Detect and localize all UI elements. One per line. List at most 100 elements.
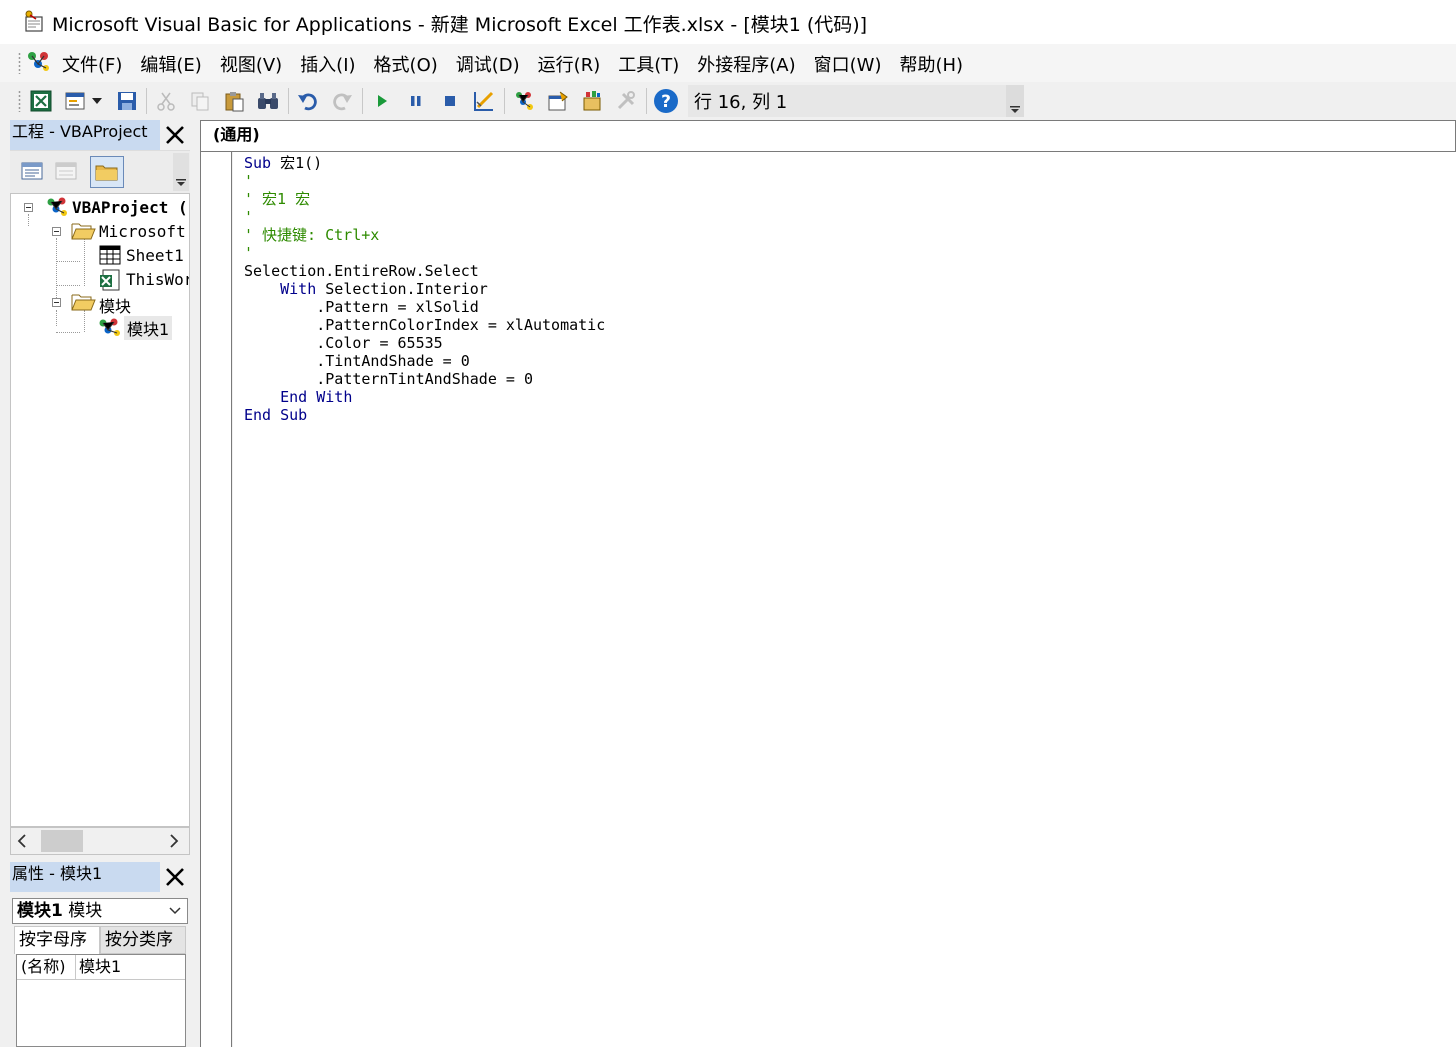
chevron-left-icon	[17, 834, 26, 848]
properties-close-button[interactable]	[160, 862, 190, 892]
code-line[interactable]: .Color = 65535	[244, 334, 605, 352]
vba-app-icon[interactable]	[22, 9, 46, 33]
code-line[interactable]: .TintAndShade = 0	[244, 352, 605, 370]
break-button[interactable]	[403, 88, 429, 114]
tree-node-excel-objects[interactable]: Microsoft	[99, 222, 186, 241]
menu-tools[interactable]: 工具(T)	[618, 51, 679, 77]
menu-insert[interactable]: 插入(I)	[300, 51, 355, 77]
menu-debug[interactable]: 调试(D)	[456, 51, 520, 77]
code-line[interactable]: Sub 宏1()	[244, 154, 605, 172]
property-row[interactable]: (名称) 模块1	[17, 955, 185, 980]
code-line[interactable]: With Selection.Interior	[244, 280, 605, 298]
view-excel-button[interactable]	[28, 88, 54, 114]
toolbar-separator	[146, 88, 147, 114]
code-line[interactable]: ' 宏1 宏	[244, 190, 605, 208]
tree-node-vbaproject[interactable]: VBAProject (	[72, 198, 188, 217]
scroll-right-arrow[interactable]	[169, 833, 179, 852]
menubar-grip[interactable]	[18, 52, 21, 74]
project-tree-hscrollbar[interactable]	[10, 827, 190, 855]
copy-icon	[191, 92, 209, 111]
expand-toggle-excel-objects[interactable]	[52, 227, 61, 236]
toolbar-grip[interactable]	[18, 90, 21, 112]
dropdown-arrow-icon	[92, 98, 102, 104]
window-title: Microsoft Visual Basic for Applications …	[52, 14, 868, 36]
menu-file[interactable]: 文件(F)	[62, 51, 122, 77]
undo-button[interactable]	[295, 88, 321, 114]
object-browser-button[interactable]	[579, 88, 605, 114]
view-object-button[interactable]	[54, 160, 80, 184]
tree-node-sheet1[interactable]: Sheet1	[126, 246, 184, 265]
run-button[interactable]	[369, 88, 395, 114]
code-line[interactable]: .PatternTintAndShade = 0	[244, 370, 605, 388]
copy-button[interactable]	[187, 88, 213, 114]
toggle-folders-button[interactable]	[90, 156, 124, 188]
stop-icon	[445, 96, 455, 106]
insert-dropdown-arrow[interactable]	[88, 88, 106, 114]
save-button[interactable]	[114, 88, 140, 114]
folder-icon	[95, 165, 118, 181]
code-line[interactable]: Selection.EntireRow.Select	[244, 262, 605, 280]
title-bar: Microsoft Visual Basic for Applications …	[0, 0, 1456, 44]
tree-connector	[56, 332, 80, 334]
expand-toggle-modules[interactable]	[52, 298, 61, 307]
find-button[interactable]	[255, 88, 281, 114]
vba-menu-icon[interactable]	[26, 50, 52, 74]
view-code-button[interactable]	[20, 160, 46, 184]
pane-splitter[interactable]	[190, 120, 200, 1047]
tab-alphabetic[interactable]: 按字母序	[14, 926, 100, 954]
toolbar-options-dropdown[interactable]	[1006, 85, 1024, 117]
code-line[interactable]: '	[244, 172, 605, 190]
menu-run[interactable]: 运行(R)	[538, 51, 601, 77]
tab-categorized[interactable]: 按分类序	[100, 926, 186, 954]
code-comment: ' 宏1 宏	[244, 190, 311, 208]
toolbox-icon	[617, 91, 635, 110]
menu-window[interactable]: 窗口(W)	[814, 51, 882, 77]
menu-help[interactable]: 帮助(H)	[899, 51, 963, 77]
properties-window-button[interactable]	[545, 88, 571, 114]
overflow-icon	[176, 179, 186, 186]
tree-node-modules[interactable]: 模块	[99, 293, 131, 317]
code-lines: Sub 宏1() ' ' 宏1 宏 ' ' 快捷键: Ctrl+x ' Selection.…	[244, 154, 605, 424]
code-line[interactable]: End Sub	[244, 406, 605, 424]
project-explorer-button[interactable]	[511, 88, 537, 114]
properties-icon	[548, 91, 568, 111]
menu-addins[interactable]: 外接程序(A)	[697, 51, 795, 77]
code-editor[interactable]: Sub 宏1() ' ' 宏1 宏 ' ' 快捷键: Ctrl+x ' Selection.…	[233, 152, 1456, 1047]
scroll-left-arrow[interactable]	[17, 833, 27, 852]
view-object-icon	[55, 162, 77, 180]
code-comment: ' 快捷键: Ctrl+x	[244, 226, 380, 244]
menu-edit[interactable]: 编辑(E)	[140, 51, 201, 77]
scroll-thumb[interactable]	[41, 830, 83, 852]
object-combo[interactable]: (通用)	[200, 120, 1456, 152]
properties-object-select[interactable]: 模块1 模块	[12, 898, 188, 924]
insert-userform-button[interactable]	[62, 88, 88, 114]
code-text: .Color = 65535	[244, 334, 443, 352]
code-line[interactable]: ' 快捷键: Ctrl+x	[244, 226, 605, 244]
expand-toggle-vbaproject[interactable]	[24, 203, 33, 212]
cut-button[interactable]	[153, 88, 179, 114]
tree-node-thisworkbook[interactable]: ThisWor	[126, 270, 189, 289]
menu-format[interactable]: 格式(O)	[374, 51, 438, 77]
code-line[interactable]: End With	[244, 388, 605, 406]
code-line[interactable]: '	[244, 208, 605, 226]
close-icon	[166, 126, 184, 144]
project-toolbar-overflow[interactable]	[173, 153, 189, 191]
property-value[interactable]: 模块1	[79, 955, 121, 979]
reset-button[interactable]	[437, 88, 463, 114]
menu-view[interactable]: 视图(V)	[220, 51, 282, 77]
help-button[interactable]: ?	[653, 88, 679, 114]
redo-button[interactable]	[329, 88, 355, 114]
toolbar-separator	[646, 88, 647, 114]
project-explorer-close-button[interactable]	[160, 120, 190, 150]
code-line[interactable]: '	[244, 244, 605, 262]
property-name: (名称)	[21, 955, 76, 979]
toolbox-button[interactable]	[613, 88, 639, 114]
paste-button[interactable]	[221, 88, 247, 114]
tree-node-module1[interactable]: 模块1	[124, 316, 173, 340]
design-mode-button[interactable]	[471, 88, 497, 114]
code-margin-indicator-bar[interactable]	[200, 152, 232, 1047]
project-tree[interactable]: VBAProject ( Microsoft Sheet1 ThisWor 模块…	[10, 193, 190, 827]
code-line[interactable]: .Pattern = xlSolid	[244, 298, 605, 316]
code-line[interactable]: .PatternColorIndex = xlAutomatic	[244, 316, 605, 334]
